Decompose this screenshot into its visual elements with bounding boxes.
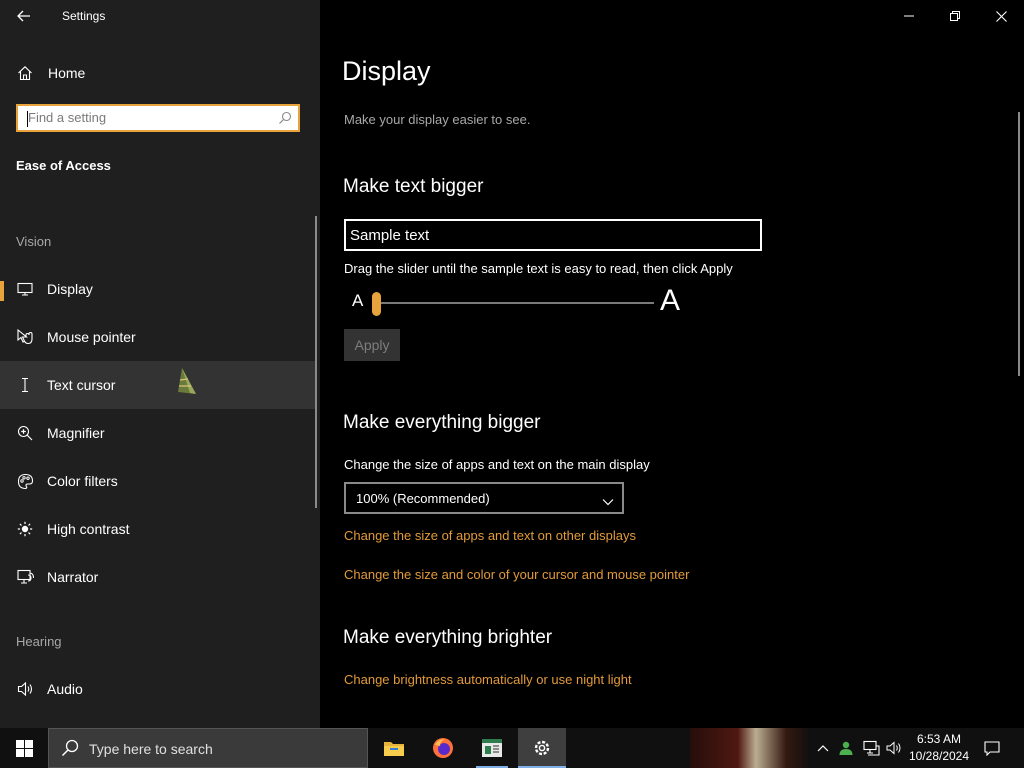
- taskbar: Type here to search 6:53 AM 10/28/2024: [0, 728, 1024, 768]
- clock-time: 6:53 AM: [916, 732, 962, 746]
- settings-sidebar: Settings Home Ease of Access Vision Disp…: [0, 0, 320, 728]
- firefox-icon: [433, 738, 453, 758]
- page-subtitle: Make your display easier to see.: [344, 112, 531, 127]
- title-bar: Settings: [0, 0, 320, 32]
- desktop-wallpaper-peek: [690, 728, 810, 768]
- document-app-icon: [482, 739, 502, 757]
- start-button[interactable]: [0, 728, 48, 768]
- sidebar-scrollbar[interactable]: [315, 216, 317, 508]
- sidebar-item-display[interactable]: Display: [0, 265, 316, 313]
- close-button[interactable]: [978, 0, 1024, 32]
- group-label-hearing: Hearing: [16, 634, 62, 649]
- chevron-up-icon: [817, 745, 829, 752]
- tray-user-app[interactable]: [836, 728, 856, 768]
- taskbar-settings[interactable]: [518, 728, 566, 768]
- back-button[interactable]: [10, 4, 38, 28]
- monitor-icon: [16, 280, 34, 298]
- scale-dropdown-value: 100% (Recommended): [356, 491, 490, 506]
- file-explorer-icon: [384, 742, 404, 756]
- sidebar-item-label: Display: [47, 281, 93, 297]
- sidebar-item-high-contrast[interactable]: High contrast: [0, 505, 316, 553]
- user-tray-icon: [839, 741, 853, 755]
- chevron-down-icon: [602, 493, 614, 511]
- sidebar-item-label: Audio: [47, 681, 83, 697]
- taskbar-firefox[interactable]: [419, 728, 467, 768]
- sidebar-item-color-filters[interactable]: Color filters: [0, 457, 316, 505]
- minimize-button[interactable]: [886, 0, 932, 32]
- section-heading-everything-brighter: Make everything brighter: [343, 627, 553, 648]
- narrator-icon: [16, 568, 34, 586]
- action-center-button[interactable]: [980, 728, 1004, 768]
- magnifier-icon: [16, 424, 34, 442]
- category-title: Ease of Access: [16, 158, 111, 173]
- large-a-label: A: [660, 284, 681, 317]
- sidebar-item-label: Narrator: [47, 569, 99, 585]
- color-filters-icon: [16, 472, 34, 490]
- speaker-icon: [886, 741, 901, 755]
- sidebar-item-home[interactable]: Home: [0, 49, 316, 97]
- tray-network[interactable]: [860, 728, 882, 768]
- text-cursor-icon: [16, 376, 34, 394]
- sidebar-item-label: Color filters: [47, 473, 118, 489]
- high-contrast-icon: [16, 520, 34, 538]
- page-title: Display: [342, 56, 431, 86]
- show-hidden-icons-button[interactable]: [814, 728, 832, 768]
- apply-button[interactable]: Apply: [344, 329, 400, 361]
- sidebar-item-label: Home: [48, 65, 86, 81]
- text-caret: [27, 111, 28, 127]
- clock-date: 10/28/2024: [908, 749, 970, 763]
- slider-hint: Drag the slider until the sample text is…: [344, 261, 733, 276]
- minimize-icon: [904, 15, 914, 17]
- notification-icon: [984, 740, 1000, 756]
- search-icon: [61, 739, 79, 762]
- sidebar-item-label: Text cursor: [47, 377, 116, 393]
- network-icon: [862, 740, 880, 756]
- link-night-light[interactable]: Change brightness automatically or use n…: [344, 672, 632, 687]
- speaker-icon: [16, 680, 34, 698]
- link-cursor-settings[interactable]: Change the size and color of your cursor…: [344, 567, 689, 582]
- sidebar-item-label: High contrast: [47, 521, 130, 537]
- restore-icon: [950, 11, 960, 21]
- windows-logo-icon: [15, 739, 33, 757]
- search-icon[interactable]: [278, 111, 292, 130]
- taskbar-search-box[interactable]: Type here to search: [48, 728, 368, 768]
- link-other-displays[interactable]: Change the size of apps and text on othe…: [344, 528, 636, 543]
- text-size-slider-thumb[interactable]: [372, 292, 381, 316]
- sidebar-item-text-cursor[interactable]: Text cursor: [0, 361, 316, 409]
- sidebar-item-label: Mouse pointer: [47, 329, 136, 345]
- settings-search-box[interactable]: [16, 104, 300, 132]
- scale-dropdown[interactable]: 100% (Recommended): [344, 482, 624, 514]
- scale-description: Change the size of apps and text on the …: [344, 457, 650, 472]
- settings-icon: [534, 740, 550, 756]
- home-icon: [16, 64, 34, 82]
- app-title: Settings: [62, 9, 106, 23]
- sidebar-item-audio[interactable]: Audio: [0, 665, 316, 713]
- group-label-vision: Vision: [16, 234, 52, 249]
- restore-button[interactable]: [932, 0, 978, 32]
- sidebar-item-mouse-pointer[interactable]: Mouse pointer: [0, 313, 316, 361]
- sidebar-item-narrator[interactable]: Narrator: [0, 553, 316, 601]
- taskbar-clock[interactable]: 6:53 AM 10/28/2024: [906, 731, 972, 765]
- taskbar-search-placeholder: Type here to search: [89, 741, 213, 757]
- section-heading-everything-bigger: Make everything bigger: [343, 412, 541, 433]
- taskbar-document-app[interactable]: [468, 728, 516, 768]
- sidebar-item-label: Magnifier: [47, 425, 105, 441]
- tray-volume[interactable]: [884, 728, 904, 768]
- main-scrollbar[interactable]: [1018, 112, 1020, 376]
- back-arrow-icon: [17, 10, 30, 22]
- text-size-slider-track[interactable]: [376, 302, 654, 304]
- close-icon: [995, 10, 1007, 22]
- sidebar-item-magnifier[interactable]: Magnifier: [0, 409, 316, 457]
- mouse-cursor-icon: [178, 368, 196, 394]
- find-setting-input[interactable]: [28, 110, 268, 125]
- taskbar-file-explorer[interactable]: [370, 728, 418, 768]
- small-a-label: A: [352, 291, 364, 310]
- mouse-pointer-icon: [16, 328, 34, 346]
- section-heading-text-bigger: Make text bigger: [343, 176, 484, 197]
- sample-text-box: Sample text: [344, 219, 762, 251]
